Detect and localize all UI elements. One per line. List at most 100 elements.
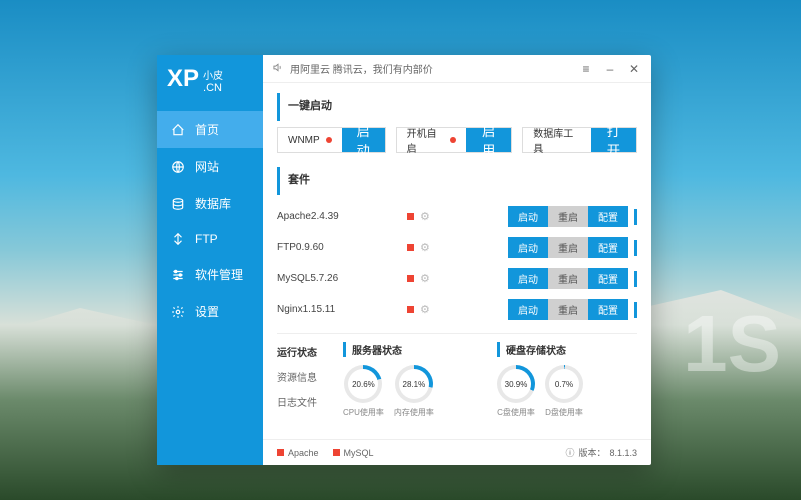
logo: XP 小皮 .CN bbox=[157, 55, 263, 111]
service-name: Nginx1.15.11 bbox=[277, 304, 407, 315]
close-button[interactable]: ✕ bbox=[627, 62, 641, 76]
accent-bar bbox=[634, 240, 637, 256]
service-name: FTP0.9.60 bbox=[277, 242, 407, 253]
db-icon bbox=[171, 197, 185, 211]
logo-sub: 小皮 bbox=[203, 67, 223, 82]
gear-icon[interactable]: ⚙ bbox=[420, 210, 430, 223]
quick-WNMP: WNMP 启动 bbox=[277, 127, 386, 153]
service-name: MySQL5.7.26 bbox=[277, 273, 407, 284]
nav-gear[interactable]: 设置 bbox=[157, 293, 263, 330]
status-dot bbox=[326, 137, 332, 143]
minimize-button[interactable]: – bbox=[603, 62, 617, 76]
gauge-circle: 20.6% bbox=[344, 365, 382, 403]
config-button[interactable]: 配置 bbox=[588, 237, 628, 258]
config-button[interactable]: 配置 bbox=[588, 299, 628, 320]
status-square bbox=[407, 213, 414, 220]
bottom-tab[interactable]: 资源信息 bbox=[277, 367, 331, 386]
nav-globe[interactable]: 网站 bbox=[157, 148, 263, 185]
accent-bar bbox=[634, 271, 637, 287]
nav-label: FTP bbox=[195, 232, 218, 246]
footer-service: MySQL bbox=[333, 448, 374, 458]
accent-bar bbox=[634, 302, 637, 318]
version-label: 版本： bbox=[578, 446, 605, 459]
sliders-icon bbox=[171, 268, 185, 282]
gauge-circle: 28.1% bbox=[395, 365, 433, 403]
restart-button[interactable]: 重启 bbox=[548, 206, 588, 227]
gear-icon[interactable]: ⚙ bbox=[420, 272, 430, 285]
gauge: 28.1% 内存使用率 bbox=[394, 365, 434, 418]
gear-icon bbox=[171, 305, 185, 319]
footer: ApacheMySQL ⓘ 版本：8.1.1.3 bbox=[263, 439, 651, 465]
status-dot bbox=[450, 137, 456, 143]
gauge: 20.6% CPU使用率 bbox=[343, 365, 384, 418]
bottom-tab[interactable]: 运行状态 bbox=[277, 342, 331, 361]
logo-brand: XP bbox=[167, 67, 199, 91]
gauge-label: C盘使用率 bbox=[497, 407, 535, 418]
service-row: MySQL5.7.26 ⚙ 启动重启配置 bbox=[277, 263, 637, 294]
server-status-title: 服务器状态 bbox=[343, 342, 483, 357]
gauge: 30.9% C盘使用率 bbox=[497, 365, 535, 418]
titlebar: 用阿里云 腾讯云，我们有内部价 ≡ – ✕ bbox=[263, 55, 651, 83]
nav-sliders[interactable]: 软件管理 bbox=[157, 256, 263, 293]
service-name: Apache2.4.39 bbox=[277, 211, 407, 222]
gauge-label: CPU使用率 bbox=[343, 407, 384, 418]
quick-btn-打开[interactable]: 打开 bbox=[591, 128, 636, 152]
status-square bbox=[407, 244, 414, 251]
quick-btn-启用[interactable]: 启用 bbox=[466, 128, 511, 152]
quick-btn-启动[interactable]: 启动 bbox=[342, 128, 385, 152]
globe-icon bbox=[171, 160, 185, 174]
nav-label: 数据库 bbox=[195, 195, 231, 212]
quick-label: WNMP bbox=[278, 135, 342, 146]
bottom-tab[interactable]: 日志文件 bbox=[277, 392, 331, 411]
nav-ftp[interactable]: FTP bbox=[157, 222, 263, 256]
speaker-icon bbox=[273, 62, 284, 76]
service-row: Apache2.4.39 ⚙ 启动重启配置 bbox=[277, 201, 637, 232]
nav-label: 设置 bbox=[195, 303, 219, 320]
menu-button[interactable]: ≡ bbox=[579, 62, 593, 76]
ftp-icon bbox=[171, 232, 185, 246]
nav-db[interactable]: 数据库 bbox=[157, 185, 263, 222]
logo-cn: .CN bbox=[203, 82, 223, 95]
restart-button[interactable]: 重启 bbox=[548, 237, 588, 258]
nav-label: 网站 bbox=[195, 158, 219, 175]
status-square bbox=[333, 449, 340, 456]
gauge-circle: 0.7% bbox=[545, 365, 583, 403]
gauge-label: D盘使用率 bbox=[545, 407, 583, 418]
quick-start-title: 一键启动 bbox=[277, 93, 637, 121]
home-icon bbox=[171, 123, 185, 137]
sidebar: XP 小皮 .CN 首页网站数据库 FTP 软件管理设置 bbox=[157, 55, 263, 465]
quick-开机自启: 开机自启 启用 bbox=[396, 127, 513, 153]
accent-bar bbox=[634, 209, 637, 225]
gauge: 0.7% D盘使用率 bbox=[545, 365, 583, 418]
status-square bbox=[277, 449, 284, 456]
nav-home[interactable]: 首页 bbox=[157, 111, 263, 148]
status-square bbox=[407, 275, 414, 282]
disk-status-title: 硬盘存储状态 bbox=[497, 342, 637, 357]
start-button[interactable]: 启动 bbox=[508, 206, 548, 227]
quick-数据库工具: 数据库工具打开 bbox=[522, 127, 637, 153]
status-square bbox=[407, 306, 414, 313]
service-row: FTP0.9.60 ⚙ 启动重启配置 bbox=[277, 232, 637, 263]
footer-service: Apache bbox=[277, 448, 319, 458]
gear-icon[interactable]: ⚙ bbox=[420, 303, 430, 316]
watermark: 1S bbox=[683, 298, 781, 390]
start-button[interactable]: 启动 bbox=[508, 299, 548, 320]
gauge-label: 内存使用率 bbox=[394, 407, 434, 418]
services-title: 套件 bbox=[277, 167, 637, 195]
gear-icon[interactable]: ⚙ bbox=[420, 241, 430, 254]
config-button[interactable]: 配置 bbox=[588, 206, 628, 227]
restart-button[interactable]: 重启 bbox=[548, 299, 588, 320]
quick-label: 数据库工具 bbox=[523, 125, 590, 155]
start-button[interactable]: 启动 bbox=[508, 237, 548, 258]
service-row: Nginx1.15.11 ⚙ 启动重启配置 bbox=[277, 294, 637, 325]
nav-label: 软件管理 bbox=[195, 266, 243, 283]
version-value: 8.1.1.3 bbox=[609, 448, 637, 458]
main-panel: 用阿里云 腾讯云，我们有内部价 ≡ – ✕ 一键启动 WNMP 启动开机自启 启… bbox=[263, 55, 651, 465]
gauge-circle: 30.9% bbox=[497, 365, 535, 403]
restart-button[interactable]: 重启 bbox=[548, 268, 588, 289]
nav-label: 首页 bbox=[195, 121, 219, 138]
quick-label: 开机自启 bbox=[397, 125, 466, 155]
start-button[interactable]: 启动 bbox=[508, 268, 548, 289]
app-window: XP 小皮 .CN 首页网站数据库 FTP 软件管理设置 用阿里云 腾讯云，我们有内… bbox=[157, 55, 651, 465]
config-button[interactable]: 配置 bbox=[588, 268, 628, 289]
